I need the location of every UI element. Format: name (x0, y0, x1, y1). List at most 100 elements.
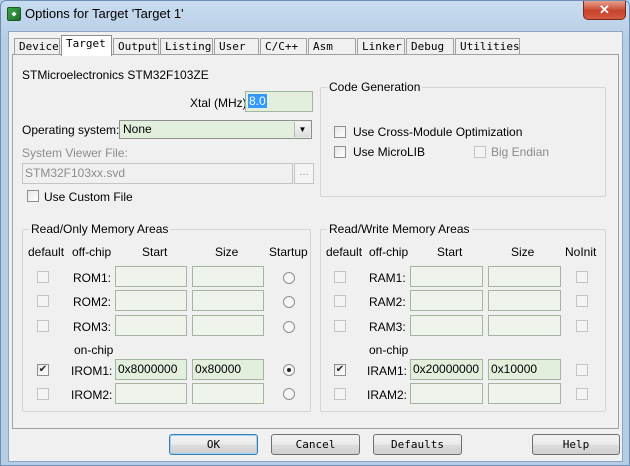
options-dialog: Options for Target 'Target 1' ✕ Device T… (0, 0, 630, 466)
cross-module-label: Use Cross-Module Optimization (353, 125, 523, 139)
irom2-label: IROM2: (71, 388, 113, 402)
tab-c-cpp[interactable]: C/C++ (260, 38, 307, 55)
rom2-default-checkbox[interactable] (37, 295, 49, 307)
irom2-startup-radio[interactable] (283, 388, 295, 400)
ram3-noinit-checkbox[interactable] (576, 320, 588, 332)
ram-header-offchip: off-chip (369, 245, 409, 259)
rom-header-size: Size (215, 245, 239, 259)
rom3-startup-radio[interactable] (283, 321, 295, 333)
window-title: Options for Target 'Target 1' (25, 6, 184, 21)
tab-device[interactable]: Device (14, 38, 60, 55)
iram1-default-checkbox[interactable]: ✔ (334, 364, 346, 376)
irom2-size-input[interactable] (192, 383, 264, 404)
ram1-start-input[interactable] (410, 266, 483, 287)
big-endian-checkbox[interactable] (474, 146, 486, 158)
use-custom-file-checkbox[interactable] (27, 190, 39, 202)
ram2-size-input[interactable] (488, 290, 561, 311)
ram-onchip-label: on-chip (369, 343, 409, 357)
os-dropdown[interactable]: None ▼ (119, 120, 312, 139)
iram1-noinit-checkbox[interactable] (576, 364, 588, 376)
tab-output[interactable]: Output (113, 38, 159, 55)
tab-target[interactable]: Target (61, 35, 112, 56)
ram-group-title: Read/Write Memory Areas (327, 222, 472, 236)
cross-module-checkbox[interactable] (334, 126, 346, 138)
defaults-button[interactable]: Defaults (373, 434, 462, 455)
dialog-client-area: Device Target Output Listing User C/C++ … (8, 31, 623, 462)
code-generation-group: Code Generation Use Cross-Module Optimiz… (320, 80, 606, 197)
ram1-noinit-checkbox[interactable] (576, 271, 588, 283)
microlib-label: Use MicroLIB (353, 145, 426, 159)
ram1-size-input[interactable] (488, 266, 561, 287)
iram1-start-input[interactable]: 0x20000000 (410, 359, 483, 380)
tab-debug[interactable]: Debug (406, 38, 454, 55)
ram-header-default: default (326, 245, 363, 259)
help-button[interactable]: Help (532, 434, 620, 455)
rom2-start-input[interactable] (115, 290, 187, 311)
iram1-size-input[interactable]: 0x10000 (488, 359, 561, 380)
rom1-start-input[interactable] (115, 266, 187, 287)
iram2-size-input[interactable] (488, 383, 561, 404)
cancel-button[interactable]: Cancel (271, 434, 360, 455)
ram2-start-input[interactable] (410, 290, 483, 311)
xtal-input[interactable]: 8.0 (245, 91, 313, 112)
xtal-label: Xtal (MHz): (190, 96, 250, 110)
rom3-start-input[interactable] (115, 315, 187, 336)
ram2-default-checkbox[interactable] (334, 295, 346, 307)
rom2-size-input[interactable] (192, 290, 264, 311)
tab-listing[interactable]: Listing (160, 38, 213, 55)
irom1-startup-radio[interactable] (283, 364, 295, 376)
rom3-label: ROM3: (73, 320, 112, 334)
irom1-default-checkbox[interactable]: ✔ (37, 364, 49, 376)
ram3-start-input[interactable] (410, 315, 483, 336)
rom2-label: ROM2: (73, 295, 112, 309)
rom1-label: ROM1: (73, 271, 112, 285)
ram3-default-checkbox[interactable] (334, 320, 346, 332)
svf-input[interactable]: STM32F103xx.svd (22, 163, 293, 184)
rom-group-title: Read/Only Memory Areas (29, 222, 171, 236)
tab-user[interactable]: User (214, 38, 259, 55)
keil-app-icon (7, 7, 21, 21)
rom3-size-input[interactable] (192, 315, 264, 336)
rom-header-offchip: off-chip (72, 245, 112, 259)
ram2-noinit-checkbox[interactable] (576, 295, 588, 307)
irom2-default-checkbox[interactable] (37, 388, 49, 400)
close-button[interactable]: ✕ (583, 1, 626, 20)
rom3-default-checkbox[interactable] (37, 320, 49, 332)
rom1-size-input[interactable] (192, 266, 264, 287)
iram2-label: IRAM2: (367, 388, 408, 402)
rom-onchip-label: on-chip (74, 343, 114, 357)
ram3-size-input[interactable] (488, 315, 561, 336)
device-name: STMicroelectronics STM32F103ZE (22, 68, 209, 82)
tab-linker[interactable]: Linker (357, 38, 405, 55)
ram1-default-checkbox[interactable] (334, 271, 346, 283)
ram1-label: RAM1: (369, 271, 406, 285)
irom1-label: IROM1: (71, 364, 113, 378)
rom2-startup-radio[interactable] (283, 296, 295, 308)
iram1-label: IRAM1: (367, 364, 408, 378)
os-label: Operating system: (22, 123, 120, 137)
microlib-checkbox[interactable] (334, 146, 346, 158)
iram2-default-checkbox[interactable] (334, 388, 346, 400)
rom1-startup-radio[interactable] (283, 272, 295, 284)
svf-browse-button[interactable]: ... (294, 163, 314, 184)
rom-header-default: default (28, 245, 65, 259)
big-endian-label: Big Endian (491, 145, 550, 159)
ram-header-noinit: NoInit (565, 245, 597, 259)
irom1-start-input[interactable]: 0x8000000 (115, 359, 187, 380)
irom1-size-input[interactable]: 0x80000 (192, 359, 264, 380)
tab-utilities[interactable]: Utilities (455, 38, 520, 55)
tab-asm[interactable]: Asm (308, 38, 356, 55)
rom-header-start: Start (142, 245, 168, 259)
ok-button[interactable]: OK (169, 434, 258, 455)
ram-areas-group: Read/Write Memory Areas default off-chip… (320, 222, 606, 412)
svf-label: System Viewer File: (22, 146, 128, 160)
irom2-start-input[interactable] (115, 383, 187, 404)
target-tab-panel: STMicroelectronics STM32F103ZE Xtal (MHz… (12, 54, 619, 429)
iram2-noinit-checkbox[interactable] (576, 388, 588, 400)
ram2-label: RAM2: (369, 295, 406, 309)
iram2-start-input[interactable] (410, 383, 483, 404)
title-bar[interactable]: Options for Target 'Target 1' ✕ (1, 1, 629, 29)
ram-header-size: Size (511, 245, 535, 259)
rom1-default-checkbox[interactable] (37, 271, 49, 283)
code-generation-title: Code Generation (327, 80, 423, 94)
